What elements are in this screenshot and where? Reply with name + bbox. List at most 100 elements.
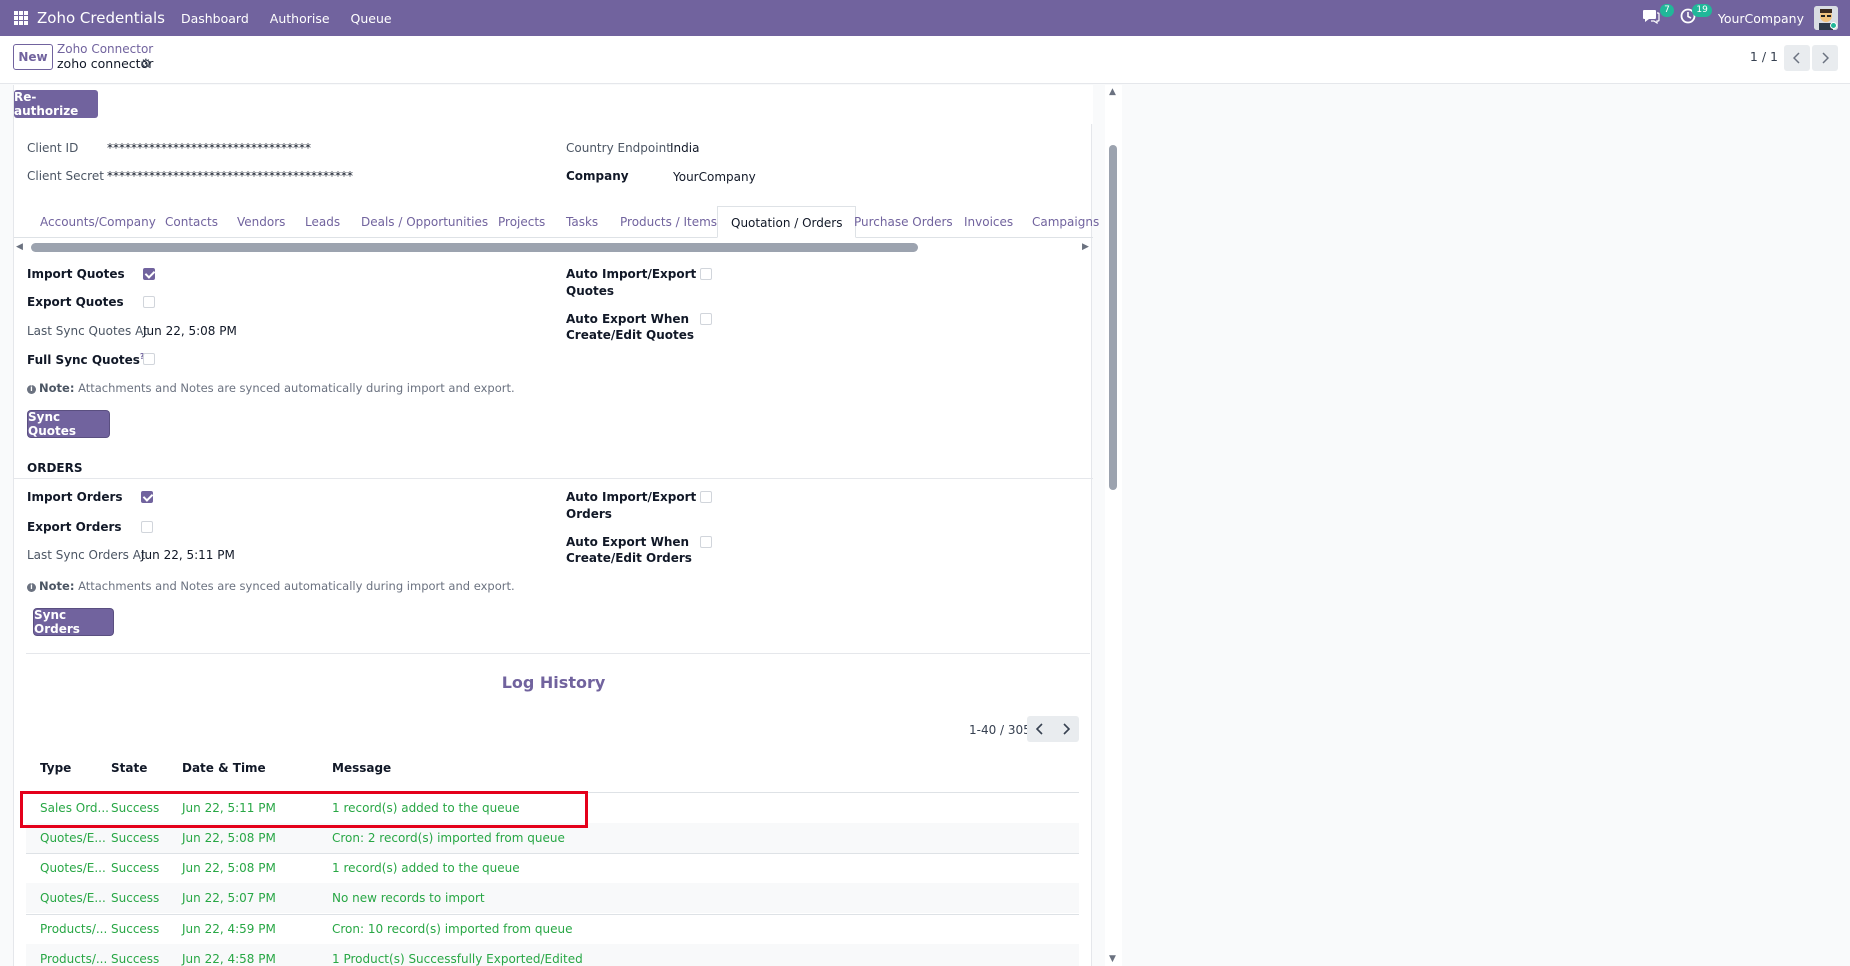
company-field[interactable]: YourCompany	[673, 170, 756, 184]
log-previous-button[interactable]	[1027, 716, 1053, 742]
quotes-note-text: Attachments and Notes are synced automat…	[78, 381, 515, 395]
log-next-button[interactable]	[1053, 716, 1079, 742]
tab-accounts-company[interactable]: Accounts/Company	[40, 206, 156, 238]
row-state: Success	[111, 831, 160, 845]
row-state: Success	[111, 922, 160, 936]
row-type: Quotes/E...	[40, 891, 106, 905]
form-statusbar: Re-authorize	[14, 85, 1093, 124]
next-record-button[interactable]	[1812, 45, 1838, 71]
client-secret-label: Client Secret	[27, 169, 104, 183]
import-orders-checkbox[interactable]	[141, 491, 153, 503]
tab-contacts[interactable]: Contacts	[165, 206, 218, 238]
scrollbar-thumb[interactable]	[1109, 145, 1117, 490]
app-title[interactable]: Zoho Credentials	[37, 9, 165, 27]
country-endpoint-label: Country Endpoint	[566, 141, 671, 155]
row-datetime: Jun 22, 5:08 PM	[182, 861, 276, 875]
import-orders-label: Import Orders	[27, 490, 123, 504]
row-datetime: Jun 22, 5:07 PM	[182, 891, 276, 905]
tab-purchase-orders[interactable]: Purchase Orders	[854, 206, 953, 238]
scroll-right-icon[interactable]: ▶	[1082, 242, 1089, 252]
online-status-icon	[1830, 22, 1837, 29]
row-datetime: Jun 22, 5:08 PM	[182, 831, 276, 845]
tabs-horizontal-scrollbar[interactable]: ◀ ▶	[14, 240, 1093, 254]
messages-button[interactable]: 7	[1642, 4, 1674, 28]
full-sync-quotes-checkbox[interactable]	[143, 353, 155, 365]
top-navbar: Zoho Credentials Dashboard Authorise Que…	[0, 0, 1850, 36]
menu-authorise[interactable]: Authorise	[270, 11, 330, 26]
import-quotes-checkbox[interactable]	[143, 268, 155, 280]
orders-note: i Note: Attachments and Notes are synced …	[27, 579, 515, 593]
apps-menu-icon[interactable]	[14, 11, 28, 25]
tab-invoices[interactable]: Invoices	[964, 206, 1013, 238]
table-row[interactable]: Products/... Success Jun 22, 4:59 PM Cro…	[26, 914, 1079, 944]
user-avatar[interactable]	[1814, 6, 1838, 30]
auto-export-quotes-checkbox[interactable]	[700, 313, 712, 325]
tab-leads[interactable]: Leads	[305, 206, 340, 238]
notebook-tabs: Accounts/Company Contacts Vendors Leads …	[14, 206, 1099, 238]
new-button[interactable]: New	[13, 44, 53, 70]
tab-tasks[interactable]: Tasks	[566, 206, 598, 238]
auto-export-orders-label-2: Create/Edit Orders	[566, 551, 692, 565]
tab-products-items[interactable]: Products / Items	[620, 206, 717, 238]
scroll-up-icon[interactable]: ▲	[1109, 87, 1116, 97]
activities-button[interactable]: 19	[1680, 4, 1712, 28]
menu-dashboard[interactable]: Dashboard	[181, 11, 249, 26]
country-endpoint-field[interactable]: India	[670, 141, 699, 155]
tab-campaigns[interactable]: Campaigns	[1032, 206, 1099, 238]
auto-export-quotes-label-2: Create/Edit Quotes	[566, 328, 695, 342]
chatter-panel	[1122, 85, 1850, 966]
log-pager-text[interactable]: 1-40 / 305	[969, 723, 1031, 737]
company-switcher[interactable]: YourCompany	[1718, 11, 1804, 26]
auto-export-orders-label-1: Auto Export When	[566, 535, 690, 549]
record-pager[interactable]: 1 / 1	[1750, 49, 1778, 64]
sync-quotes-button[interactable]: Sync Quotes	[28, 410, 109, 438]
quotes-note: i Note: Attachments and Notes are synced …	[27, 381, 515, 395]
auto-export-orders-checkbox[interactable]	[700, 536, 712, 548]
tab-projects[interactable]: Projects	[498, 206, 545, 238]
auto-import-orders-label-2: Orders	[566, 507, 612, 521]
table-row[interactable]: Products/... Success Jun 22, 4:58 PM 1 P…	[26, 944, 1079, 966]
scroll-down-icon[interactable]: ▼	[1109, 954, 1116, 964]
last-sync-orders-label: Last Sync Orders At	[27, 548, 146, 562]
client-id-field[interactable]: **********************************	[107, 141, 311, 155]
scrollbar-thumb[interactable]	[31, 243, 918, 252]
row-type: Quotes/E...	[40, 831, 106, 845]
previous-record-button[interactable]	[1784, 45, 1810, 71]
export-quotes-checkbox[interactable]	[143, 296, 155, 308]
row-message: No new records to import	[332, 891, 485, 905]
client-secret-field[interactable]: ****************************************…	[107, 169, 353, 183]
orders-separator	[14, 478, 1093, 479]
menu-queue[interactable]: Queue	[351, 11, 392, 26]
client-id-label: Client ID	[27, 141, 79, 155]
import-quotes-label: Import Quotes	[27, 267, 125, 281]
tab-quotation-orders[interactable]: Quotation / Orders	[717, 206, 857, 238]
full-sync-quotes-text: Full Sync Quotes	[27, 353, 140, 367]
row-type: Products/...	[40, 922, 108, 936]
column-header-datetime[interactable]: Date & Time	[182, 761, 266, 775]
scroll-left-icon[interactable]: ◀	[16, 242, 23, 252]
export-orders-checkbox[interactable]	[141, 521, 153, 533]
form-vertical-scrollbar[interactable]: ▲ ▼	[1105, 85, 1122, 966]
row-message: Cron: 2 record(s) imported from queue	[332, 831, 565, 845]
tab-vendors[interactable]: Vendors	[237, 206, 285, 238]
export-orders-label: Export Orders	[27, 520, 122, 534]
tab-deals-opportunities[interactable]: Deals / Opportunities	[361, 206, 488, 238]
auto-import-orders-label-1: Auto Import/Export	[566, 490, 697, 504]
log-separator	[26, 653, 1090, 654]
last-sync-quotes-label: Last Sync Quotes At	[27, 324, 148, 338]
auto-import-quotes-label-1: Auto Import/Export	[566, 267, 697, 281]
export-quotes-label: Export Quotes	[27, 295, 124, 309]
table-row[interactable]: Quotes/E... Success Jun 22, 5:08 PM 1 re…	[26, 853, 1079, 883]
auto-import-quotes-checkbox[interactable]	[700, 268, 712, 280]
auto-import-orders-checkbox[interactable]	[700, 491, 712, 503]
breadcrumb-parent[interactable]: Zoho Connector	[57, 42, 153, 56]
sync-orders-button[interactable]: Sync Orders	[34, 608, 113, 636]
column-header-state[interactable]: State	[111, 761, 147, 775]
row-state: Success	[111, 861, 160, 875]
gear-icon[interactable]: ⚙	[140, 57, 152, 72]
column-header-message[interactable]: Message	[332, 761, 391, 775]
column-header-type[interactable]: Type	[40, 761, 71, 775]
table-row[interactable]: Quotes/E... Success Jun 22, 5:07 PM No n…	[26, 883, 1079, 913]
chevron-left-icon	[1793, 52, 1800, 64]
reauthorize-button[interactable]: Re-authorize	[14, 90, 98, 118]
